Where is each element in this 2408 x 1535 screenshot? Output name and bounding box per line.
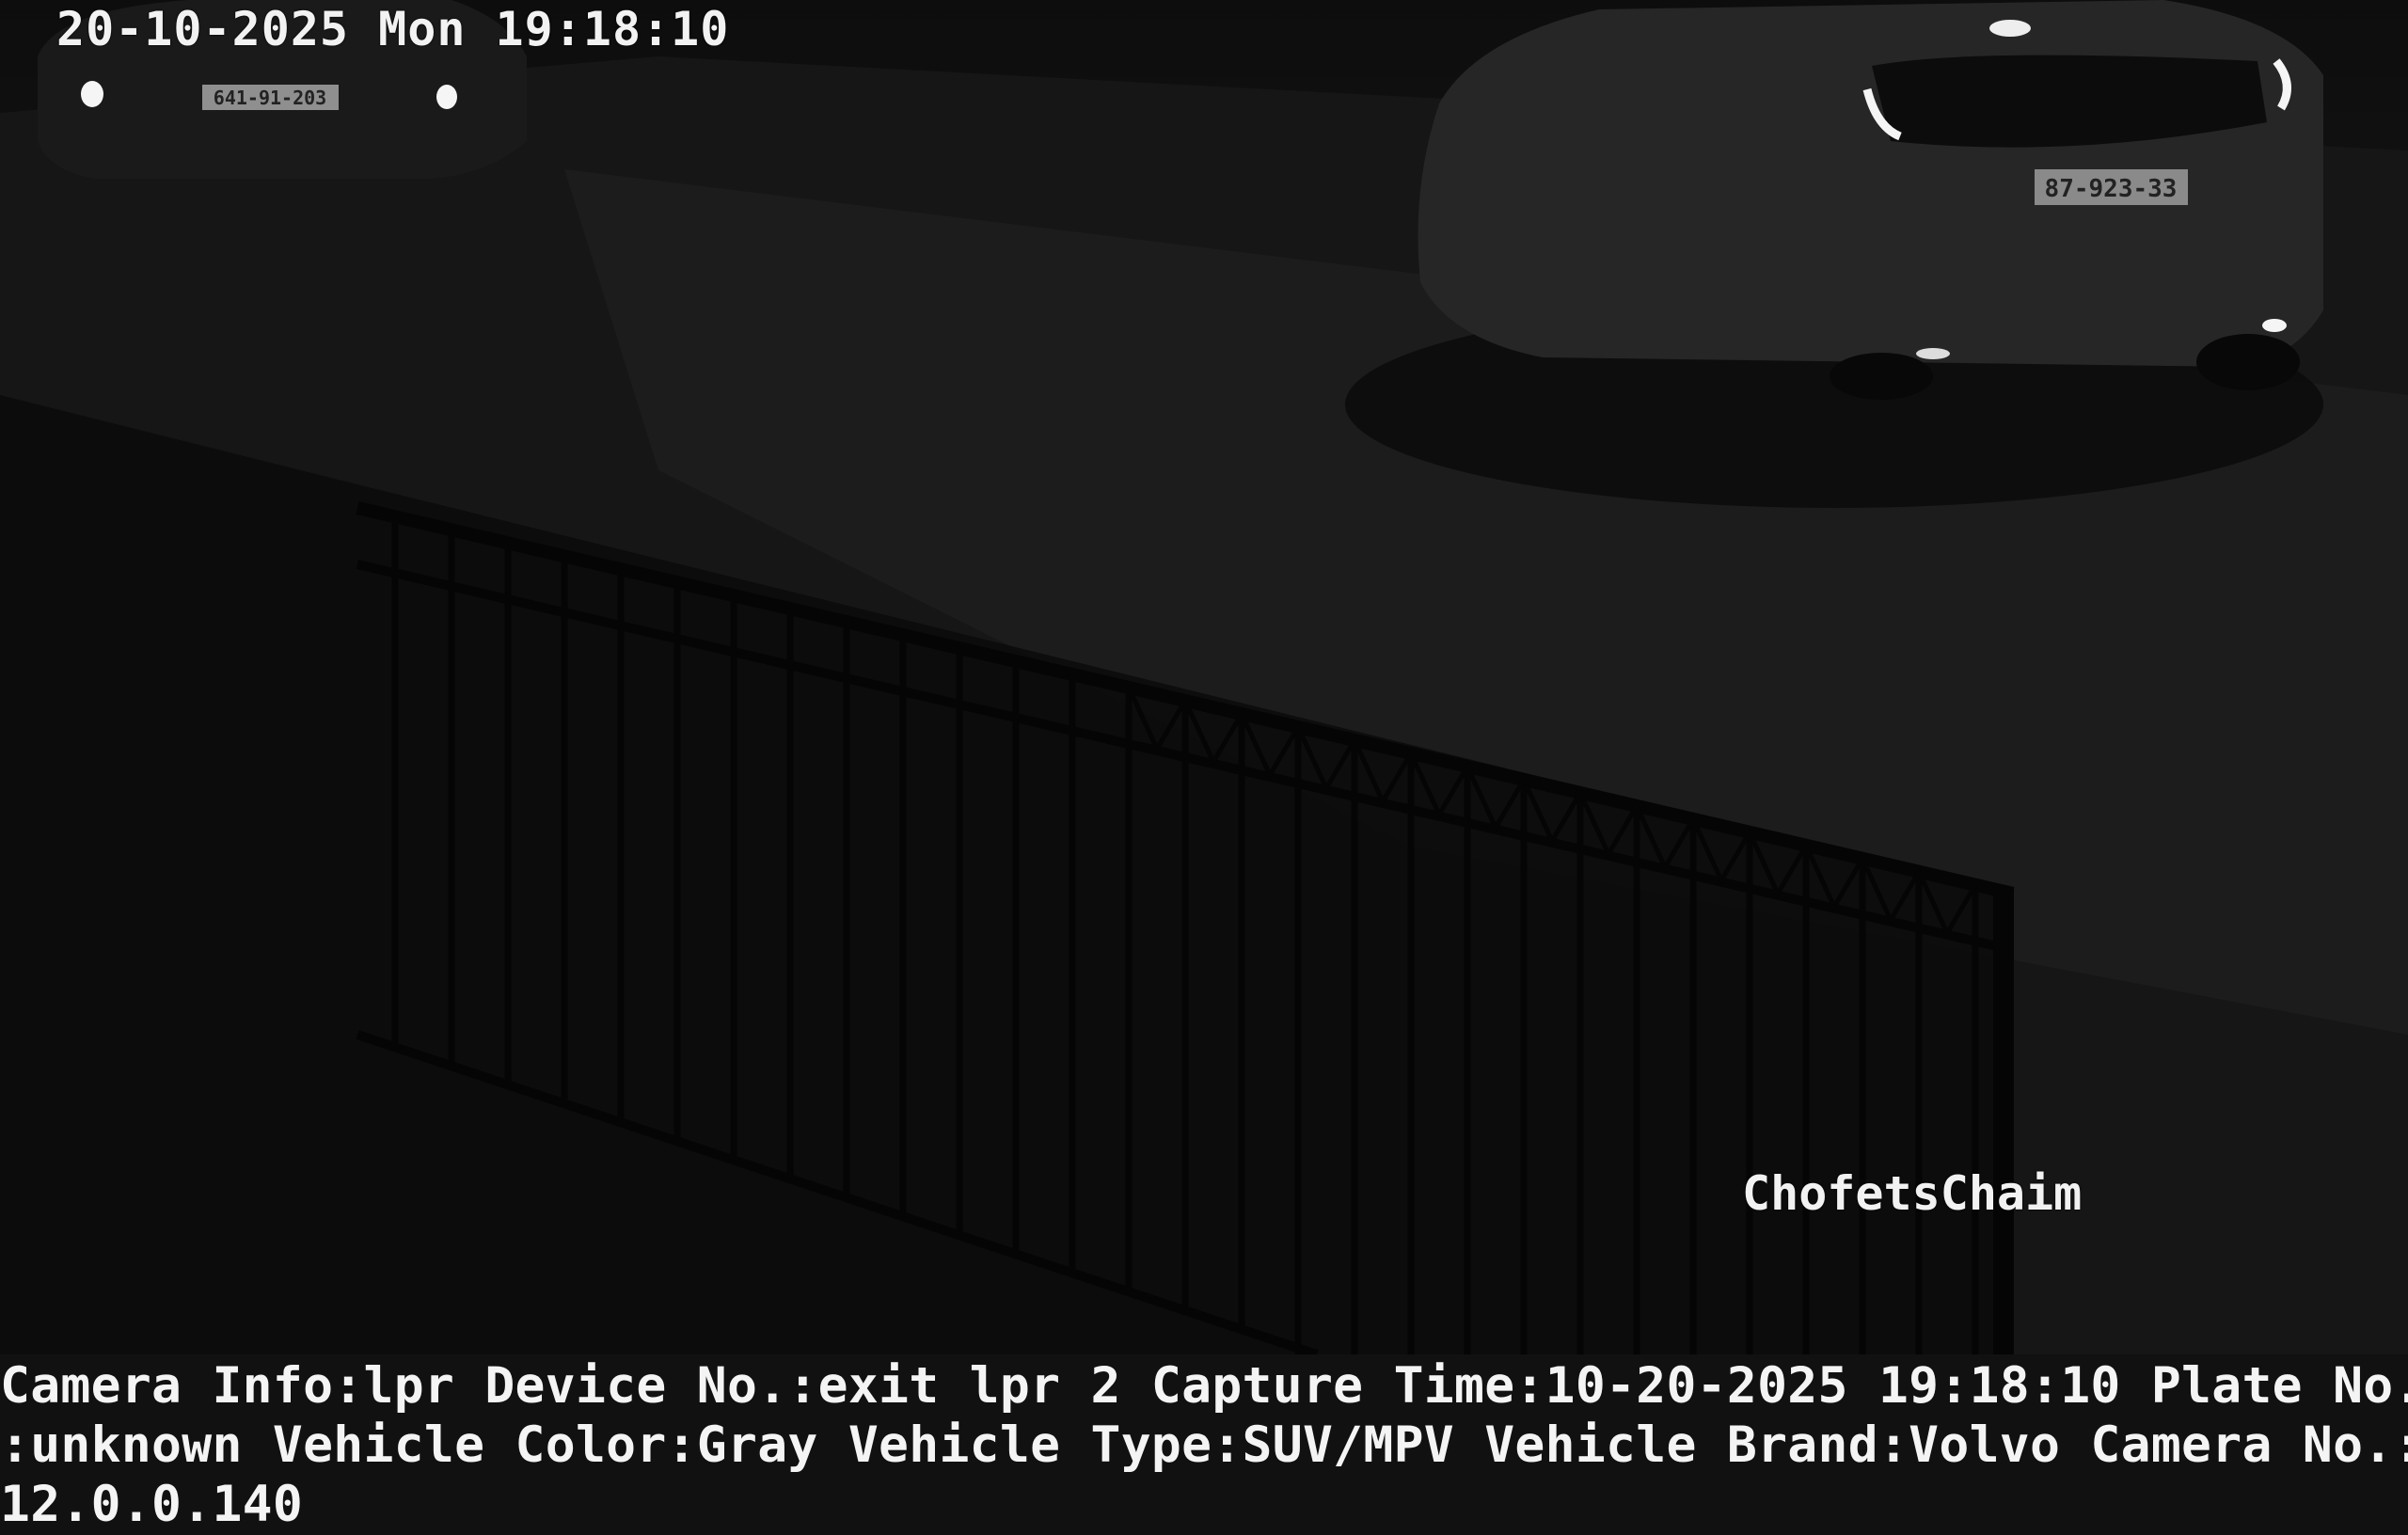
capture-info-line-2: :unknown Vehicle Color:Gray Vehicle Type… [0,1416,2408,1474]
camera-capture-viewer: 641-91-203 87-923-33 20-10-2025 Mon 19:1… [0,0,2408,1535]
reflector-light [2262,319,2287,332]
capture-info-line-3: 12.0.0.140 [0,1476,304,1533]
osd-timestamp: 20-10-2025 Mon 19:18:10 [56,2,730,56]
wheel [2196,334,2300,390]
capture-info-panel: Camera Info:lpr Device No.:exit lpr 2 Ca… [0,1354,2408,1535]
roof-light-reflection [1989,20,2031,37]
camera-frame: 641-91-203 87-923-33 20-10-2025 Mon 19:1… [0,0,2408,1354]
right-vehicle: 87-923-33 [1345,0,2323,508]
left-vehicle-headlight [436,85,457,109]
capture-info-line-1: Camera Info:lpr Device No.:exit lpr 2 Ca… [0,1357,2408,1415]
scene-graphics: 641-91-203 87-923-33 [0,0,2408,1354]
left-vehicle-plate-text: 641-91-203 [214,87,326,109]
osd-site-name: ChofetsChaim [1742,1166,2083,1221]
right-vehicle-plate-text: 87-923-33 [2045,175,2178,203]
left-vehicle-headlight [81,81,103,107]
reflector-light [1916,348,1950,359]
wheel [1830,353,1933,400]
